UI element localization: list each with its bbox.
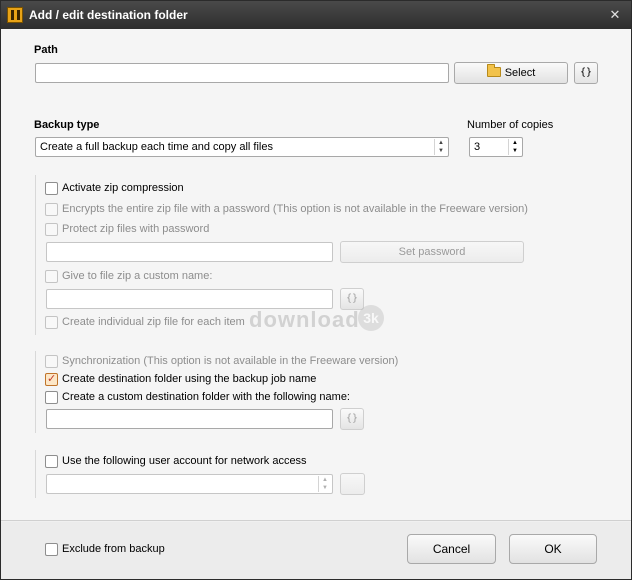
title-bar[interactable]: Add / edit destination folder ✕ [1, 1, 631, 29]
checkbox-box[interactable] [45, 455, 58, 468]
select-arrows-icon[interactable]: ▲ ▼ [434, 139, 447, 155]
ok-button[interactable]: OK [509, 534, 597, 564]
encrypt-zip-label: Encrypts the entire zip file with a pass… [62, 203, 528, 215]
stepper-arrows-icon[interactable]: ▲ ▼ [508, 139, 521, 155]
dialog-window: Add / edit destination folder ✕ Path Sel… [0, 0, 632, 580]
window-title: Add / edit destination folder [29, 8, 188, 22]
synchronization-label: Synchronization (This option is not avai… [62, 355, 399, 367]
network-account-button[interactable] [340, 473, 365, 495]
dialog-content: Path Select {} Backup type Create a full… [1, 29, 631, 521]
checkbox-box[interactable] [45, 182, 58, 195]
checkbox-box[interactable] [45, 223, 58, 236]
watermark-badge: 3k [358, 305, 384, 331]
folder-icon [486, 64, 501, 77]
network-account-label: Use the following user account for netwo… [62, 455, 307, 467]
path-input[interactable] [35, 63, 449, 83]
custom-dest-folder-label: Create a custom destination folder with … [62, 391, 350, 403]
copies-value: 3 [474, 141, 481, 153]
backup-type-label: Backup type [34, 119, 100, 131]
zip-password-input[interactable] [46, 242, 333, 262]
individual-zip-label: Create individual zip file for each item [62, 316, 245, 328]
network-account-select[interactable]: ▲ ▼ [46, 474, 333, 494]
checkbox-checked-icon[interactable] [45, 372, 58, 387]
select-button[interactable]: Select [454, 62, 568, 84]
close-icon[interactable]: ✕ [607, 7, 623, 23]
copies-stepper[interactable]: 3 ▲ ▼ [469, 137, 523, 157]
path-variable-button[interactable]: {} [574, 62, 598, 84]
checkbox-box[interactable] [45, 355, 58, 368]
checkbox-box[interactable] [45, 270, 58, 283]
path-label: Path [34, 44, 58, 56]
select-arrows-icon[interactable]: ▲ ▼ [318, 476, 331, 492]
backup-type-value: Create a full backup each time and copy … [40, 141, 273, 153]
custom-zip-name-label: Give to file zip a custom name: [62, 270, 213, 282]
dialog-footer: Exclude from backup Cancel OK [1, 522, 631, 579]
custom-zip-name-input[interactable] [46, 289, 333, 309]
checkbox-box[interactable] [45, 316, 58, 329]
checkbox-box[interactable] [45, 203, 58, 216]
create-dest-folder-label: Create destination folder using the back… [62, 373, 317, 385]
copies-label: Number of copies [467, 119, 554, 131]
protect-zip-label: Protect zip files with password [62, 223, 210, 235]
cancel-button[interactable]: Cancel [407, 534, 496, 564]
custom-dest-folder-input[interactable] [46, 409, 333, 429]
watermark-text: download [249, 307, 360, 332]
dest-folder-variable-button[interactable]: {} [340, 408, 364, 430]
checkbox-box[interactable] [45, 543, 58, 556]
activate-zip-label: Activate zip compression [62, 182, 184, 194]
set-password-button[interactable]: Set password [340, 241, 524, 263]
select-button-label: Select [504, 67, 536, 79]
backup-type-select[interactable]: Create a full backup each time and copy … [35, 137, 449, 157]
app-icon [7, 7, 23, 23]
checkbox-box[interactable] [45, 391, 58, 404]
exclude-backup-label: Exclude from backup [62, 543, 165, 555]
